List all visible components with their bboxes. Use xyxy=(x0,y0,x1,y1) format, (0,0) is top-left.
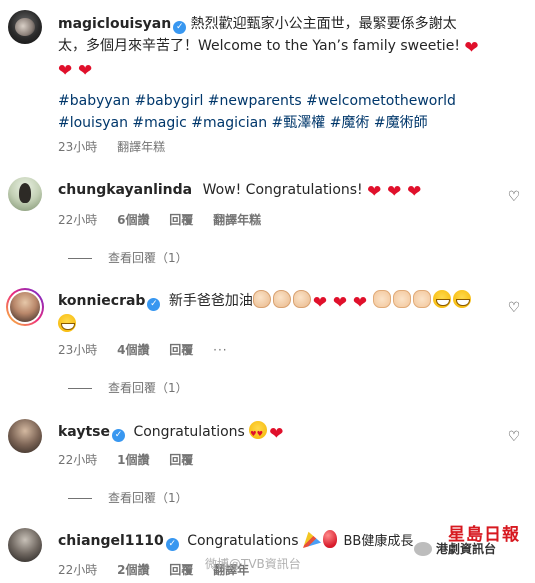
comment-meta: 22小時 1個讚 回覆 xyxy=(58,451,209,468)
post-time[interactable]: 23小時 xyxy=(58,140,97,154)
reply-button[interactable]: 回覆 xyxy=(169,563,193,577)
comment-time[interactable]: 22小時 xyxy=(58,453,97,467)
comment-username[interactable]: konniecrab xyxy=(58,293,145,309)
party-popper-icon xyxy=(303,531,322,548)
logo-line-2: 港劇資訊台 xyxy=(436,542,497,556)
grin-face-icon xyxy=(58,314,76,332)
clap-icon xyxy=(372,290,391,308)
like-heart-icon[interactable]: ♡ xyxy=(507,190,521,204)
muscle-icon xyxy=(252,290,271,308)
comment-likes[interactable]: 2個讚 xyxy=(117,563,149,577)
post-caption: magiclouisyan ✓ 熱烈歡迎甄家小公主面世，最緊要係多謝太 太，多個月… xyxy=(58,13,528,80)
avatar[interactable] xyxy=(8,177,42,211)
comment-username[interactable]: chungkayanlinda xyxy=(58,182,192,198)
comment-time[interactable]: 22小時 xyxy=(58,213,97,227)
comment-meta: 23小時 4個讚 回覆 ··· xyxy=(58,341,244,358)
comment-text: 新手爸爸加油 xyxy=(168,293,253,309)
red-heart-icon: ❤ xyxy=(78,61,93,81)
comment-likes[interactable]: 1個讚 xyxy=(117,453,149,467)
divider xyxy=(68,258,92,259)
caption-line-2: 太，多個月來辛苦了！Welcome to the Yan’s family sw… xyxy=(58,38,460,54)
verified-icon: ✓ xyxy=(147,298,161,311)
clap-icon xyxy=(412,290,431,308)
post-hashtags: #babyyan #babygirl #newparents #welcomet… xyxy=(58,90,528,134)
weibo-watermark: 微博@TVB資訊台 xyxy=(205,557,301,571)
view-replies-label: 查看回覆（1） xyxy=(108,491,188,505)
smiling-face-with-hearts-icon xyxy=(249,421,268,445)
red-heart-icon: ❤ xyxy=(58,61,73,81)
grin-face-icon xyxy=(452,290,471,308)
red-heart-icon: ❤ xyxy=(332,293,348,313)
muscle-icon xyxy=(292,290,311,308)
hashtag-line-1[interactable]: #babyyan #babygirl #newparents #welcomet… xyxy=(58,90,528,112)
comment-likes[interactable]: 6個讚 xyxy=(117,213,149,227)
comment-2: konniecrab ✓ 新手爸爸加油 ❤ ❤ ❤ xyxy=(58,290,498,336)
avatar[interactable] xyxy=(8,10,42,44)
like-heart-icon[interactable]: ♡ xyxy=(507,301,521,315)
view-replies-button[interactable]: 查看回覆（1） xyxy=(68,489,188,506)
verified-icon: ✓ xyxy=(173,21,187,34)
divider xyxy=(68,498,92,499)
divider xyxy=(68,388,92,389)
muscle-icon xyxy=(272,290,291,308)
comment-1: chungkayanlinda Wow! Congratulations! ❤ ❤… xyxy=(58,179,427,201)
grin-face-icon xyxy=(432,290,451,308)
reply-button[interactable]: 回覆 xyxy=(169,343,193,357)
balloon-icon xyxy=(323,530,338,548)
view-replies-button[interactable]: 查看回覆（1） xyxy=(68,249,188,266)
comment-text: Congratulations xyxy=(133,424,245,440)
post-translate-button[interactable]: 翻譯年糕 xyxy=(117,140,165,154)
comment-time[interactable]: 22小時 xyxy=(58,563,97,577)
comment-text: Wow! Congratulations! xyxy=(202,182,363,198)
red-heart-icon: ❤ xyxy=(367,182,382,202)
red-heart-icon: ❤ xyxy=(269,424,284,444)
more-options-icon[interactable]: ··· xyxy=(213,343,227,357)
translate-button[interactable]: 翻譯年糕 xyxy=(213,213,261,227)
comment-likes[interactable]: 4個讚 xyxy=(117,343,149,357)
like-heart-icon[interactable]: ♡ xyxy=(507,430,521,444)
red-heart-icon: ❤ xyxy=(352,293,368,313)
avatar[interactable] xyxy=(6,288,44,326)
view-replies-label: 查看回覆（1） xyxy=(108,251,188,265)
reply-button[interactable]: 回覆 xyxy=(169,453,193,467)
comment-3: kaytse✓ Congratulations ❤ xyxy=(58,421,289,445)
verified-icon: ✓ xyxy=(111,429,125,442)
view-replies-button[interactable]: 查看回覆（1） xyxy=(68,379,188,396)
comment-text: Congratulations xyxy=(187,533,299,549)
comment-username[interactable]: kaytse xyxy=(58,424,110,440)
view-replies-label: 查看回覆（1） xyxy=(108,381,188,395)
avatar[interactable] xyxy=(8,419,42,453)
comment-username[interactable]: chiangel1110 xyxy=(58,533,164,549)
comment-text-2: BB健康成長 xyxy=(343,534,414,549)
red-heart-icon: ❤ xyxy=(312,293,328,313)
comment-time[interactable]: 23小時 xyxy=(58,343,97,357)
red-heart-icon: ❤ xyxy=(407,182,422,202)
comment-4: chiangel1110 ✓ Congratulations BB健康成長 xyxy=(58,530,413,553)
hashtag-line-2[interactable]: #louisyan #magic #magician #甄澤權 #魔術 #魔術師 xyxy=(58,112,528,134)
avatar[interactable] xyxy=(8,528,42,562)
clap-icon xyxy=(392,290,411,308)
newspaper-logo: 星島日報 港劇資訊台 xyxy=(414,520,522,556)
comment-meta: 22小時 6個讚 回覆 翻譯年糕 xyxy=(58,211,277,228)
post-username[interactable]: magiclouisyan xyxy=(58,16,171,32)
reply-button[interactable]: 回覆 xyxy=(169,213,193,227)
wechat-icon xyxy=(414,542,432,556)
red-heart-icon: ❤ xyxy=(464,38,479,58)
post-meta: 23小時 翻譯年糕 xyxy=(58,138,181,155)
red-heart-icon: ❤ xyxy=(387,182,402,202)
caption-line-1: 熱烈歡迎甄家小公主面世，最緊要係多謝太 xyxy=(190,16,457,32)
verified-icon: ✓ xyxy=(165,538,179,551)
